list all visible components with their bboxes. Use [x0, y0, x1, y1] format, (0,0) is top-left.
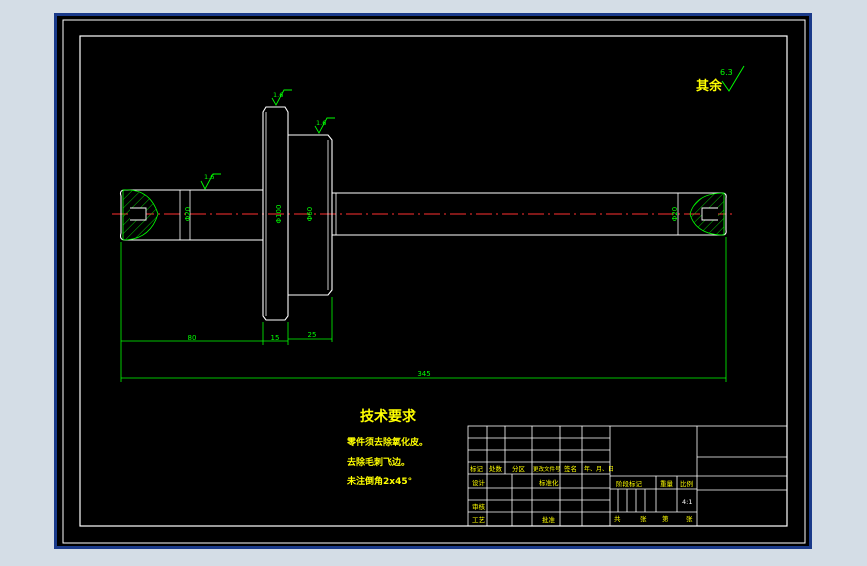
- rev-header-count: 处数: [489, 464, 503, 473]
- dim-flange-width: 15: [271, 334, 280, 342]
- dim-left-length: 80: [188, 334, 197, 342]
- tb-weight: 重量: [660, 480, 674, 488]
- tech-item-3: 未注倒角2x45°: [346, 475, 412, 487]
- roughness-hub: 1.6: [316, 119, 326, 127]
- dim-total-length: 345: [417, 370, 430, 378]
- rev-header-sign: 签名: [564, 464, 577, 473]
- diameter-left-shaft: Φ20: [184, 207, 192, 221]
- tb-standardize: 标准化: [539, 478, 559, 487]
- tech-title: 技术要求: [360, 408, 417, 425]
- rev-header-zone: 分区: [512, 464, 526, 473]
- tb-design: 设计: [472, 478, 486, 487]
- tb-sheet-no: 第: [662, 514, 669, 523]
- rev-header-doc: 更改文件号: [533, 465, 561, 473]
- tb-sheets-total-unit: 张: [640, 514, 647, 523]
- drawing-canvas[interactable]: Φ20 Φ100 Φ60 Φ20 1.6 1.6 1.6 其余 6.3 80 1…: [0, 0, 867, 562]
- diameter-right-shaft: Φ20: [671, 207, 679, 221]
- tb-process: 工艺: [472, 516, 486, 524]
- tb-scale: 比例: [680, 479, 693, 488]
- surface-note-value: 6.3: [720, 68, 733, 77]
- tb-scale-value: 4:1: [682, 498, 692, 506]
- roughness-flange: 1.6: [273, 91, 283, 99]
- tb-stage-marks: 阶段标记: [616, 479, 643, 488]
- tb-sheet-unit: 张: [686, 514, 693, 523]
- surface-note-prefix: 其余: [696, 78, 723, 94]
- diameter-flange: Φ100: [275, 205, 283, 224]
- rev-header-mark: 标记: [470, 464, 484, 473]
- tech-item-2: 去除毛刺飞边。: [347, 456, 410, 468]
- tb-sheets-total: 共: [614, 514, 621, 523]
- tb-check: 审核: [472, 502, 486, 511]
- tb-approve: 批准: [542, 515, 556, 524]
- diameter-hub: Φ60: [306, 207, 314, 221]
- tech-item-1: 零件须去除氧化皮。: [346, 436, 428, 448]
- model-space: [57, 16, 809, 546]
- cad-viewport: Φ20 Φ100 Φ60 Φ20 1.6 1.6 1.6 其余 6.3 80 1…: [0, 0, 867, 562]
- dim-hub-width: 25: [308, 331, 317, 339]
- rev-header-date: 年、月、日: [584, 465, 614, 473]
- roughness-left-shaft: 1.6: [204, 173, 214, 181]
